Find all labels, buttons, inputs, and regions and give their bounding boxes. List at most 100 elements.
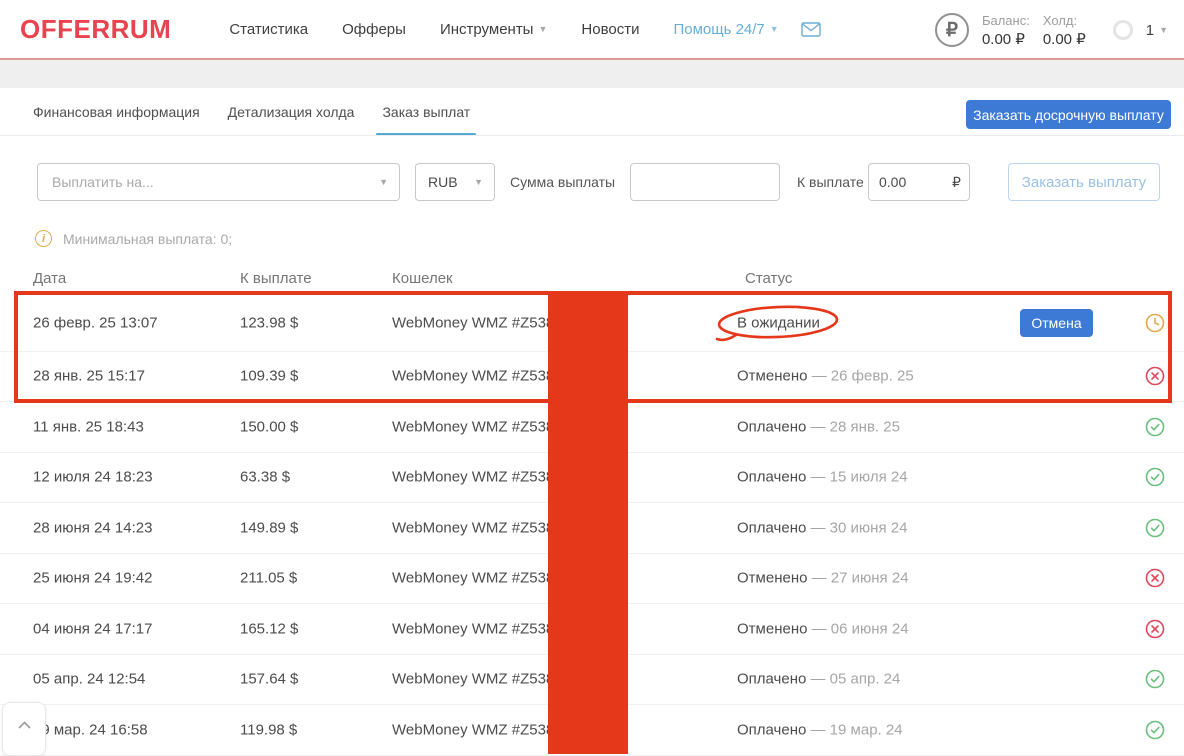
status-text: Отменено	[737, 620, 807, 637]
row-amount: 109.39 $	[240, 368, 298, 385]
row-status: Оплачено — 19 мар. 24	[737, 721, 903, 738]
row-wallet: WebMoney WMZ #Z5385	[392, 671, 563, 688]
status-date: — 28 янв. 25	[811, 418, 900, 435]
early-payout-button[interactable]: Заказать досрочную выплату	[966, 100, 1171, 129]
cancel-payout-button[interactable]: Отмена	[1020, 309, 1093, 337]
row-status: Оплачено — 05 апр. 24	[737, 671, 900, 688]
mail-icon[interactable]	[801, 22, 821, 37]
row-date: 04 июня 24 17:17	[33, 620, 152, 637]
tab-financial-info[interactable]: Финансовая информация	[33, 104, 200, 136]
chevron-down-icon: ▼	[379, 178, 388, 187]
status-clock-icon	[1145, 313, 1165, 333]
status-text: В ожидании	[737, 315, 820, 332]
status-date: — 26 февр. 25	[812, 368, 914, 385]
ruble-icon: ₽	[935, 13, 969, 47]
logo[interactable]: OFFERRUM	[20, 14, 171, 45]
status-text: Оплачено	[737, 418, 806, 435]
info-icon: i	[35, 230, 52, 247]
status-text: Оплачено	[737, 519, 806, 536]
col-header-date: Дата	[33, 270, 66, 287]
row-amount: 211.05 $	[240, 570, 297, 587]
currency-select[interactable]: RUB ▼	[415, 163, 495, 201]
tab-order-payouts[interactable]: Заказ выплат	[382, 104, 470, 136]
balance-label: Баланс:	[982, 13, 1030, 28]
status-paid-icon	[1145, 518, 1165, 538]
row-amount: 123.98 $	[240, 315, 298, 332]
row-wallet: WebMoney WMZ #Z5385	[392, 368, 563, 385]
main-nav: Статистика Офферы Инструменты ▼ Новости …	[229, 21, 820, 38]
row-status: Отменено — 27 июня 24	[737, 570, 909, 587]
row-status: Отменено — 26 февр. 25	[737, 368, 914, 385]
min-payout-text: Минимальная выплата: 0;	[63, 231, 232, 247]
row-wallet: WebMoney WMZ #Z5385	[392, 620, 563, 637]
nav-offers-label: Офферы	[342, 21, 406, 38]
hold-block: Холд: 0.00 ₽	[1043, 13, 1086, 48]
row-wallet: WebMoney WMZ #Z5385	[392, 469, 563, 486]
status-paid-icon	[1145, 417, 1165, 437]
row-wallet: WebMoney WMZ #Z5385	[392, 519, 563, 536]
row-status: Оплачено — 15 июля 24	[737, 469, 908, 486]
amount-input[interactable]	[630, 163, 780, 201]
row-status: В ожидании	[737, 315, 820, 332]
avatar[interactable]	[1113, 20, 1133, 40]
nav-statistics-label: Статистика	[229, 21, 308, 38]
hold-value: 0.00 ₽	[1043, 30, 1086, 48]
payout-filter-row: Выплатить на... ▼ RUB ▼ Сумма выплаты К …	[0, 163, 1184, 201]
row-status: Оплачено — 30 июня 24	[737, 519, 907, 536]
row-wallet: WebMoney WMZ #Z5385	[392, 315, 563, 332]
to-pay-label: К выплате	[797, 174, 864, 190]
user-menu[interactable]: 1 ▼	[1146, 22, 1168, 39]
status-cancelled-icon	[1145, 568, 1165, 588]
chevron-down-icon: ▼	[770, 25, 779, 34]
nav-statistics[interactable]: Статистика	[229, 21, 308, 38]
scroll-to-top-button[interactable]	[2, 702, 46, 756]
order-payout-button[interactable]: Заказать выплату	[1008, 163, 1160, 201]
ruble-suffix: ₽	[952, 174, 961, 191]
nav-news-label: Новости	[581, 21, 639, 38]
chevron-down-icon: ▼	[1159, 26, 1168, 35]
status-text: Оплачено	[737, 671, 806, 688]
chevron-up-icon	[18, 721, 31, 729]
col-header-amount: К выплате	[240, 270, 312, 287]
row-date: 25 июня 24 19:42	[33, 570, 152, 587]
tab-hold-details[interactable]: Детализация холда	[228, 104, 355, 136]
status-date: — 30 июня 24	[811, 519, 908, 536]
row-date: 28 июня 24 14:23	[33, 519, 152, 536]
row-wallet: WebMoney WMZ #Z5385	[392, 721, 563, 738]
status-cancelled-icon	[1145, 366, 1165, 386]
row-date: 05 апр. 24 12:54	[33, 671, 145, 688]
payout-destination-placeholder: Выплатить на...	[52, 174, 154, 190]
status-date: — 19 мар. 24	[811, 721, 903, 738]
balance-value: 0.00 ₽	[982, 30, 1030, 48]
amount-label: Сумма выплаты	[510, 174, 615, 190]
balance-block: Баланс: 0.00 ₽	[982, 13, 1030, 48]
row-amount: 157.64 $	[240, 671, 298, 688]
tab-bar-divider	[0, 135, 1184, 136]
row-wallet: WebMoney WMZ #Z5385	[392, 418, 563, 435]
nav-tools[interactable]: Инструменты ▼	[440, 21, 547, 38]
col-header-wallet: Кошелек	[392, 270, 453, 287]
table-header-row: Дата К выплате Кошелек Статус	[0, 270, 1184, 290]
row-date: 12 июля 24 18:23	[33, 469, 153, 486]
status-cancelled-icon	[1145, 619, 1165, 639]
nav-offers[interactable]: Офферы	[342, 21, 406, 38]
nav-news[interactable]: Новости	[581, 21, 639, 38]
row-date: 28 янв. 25 15:17	[33, 368, 145, 385]
row-status: Отменено — 06 июня 24	[737, 620, 909, 637]
row-amount: 165.12 $	[240, 620, 298, 637]
row-date: 19 мар. 24 16:58	[33, 721, 148, 738]
status-paid-icon	[1145, 669, 1165, 689]
row-status: Оплачено — 28 янв. 25	[737, 418, 900, 435]
top-header: OFFERRUM Статистика Офферы Инструменты ▼…	[0, 0, 1184, 60]
status-date: — 15 июля 24	[811, 469, 908, 486]
status-text: Отменено	[737, 368, 807, 385]
nav-help-label: Помощь 24/7	[673, 21, 764, 38]
status-date: — 27 июня 24	[812, 570, 909, 587]
tab-bar: Финансовая информация Детализация холда …	[33, 104, 470, 136]
row-date: 11 янв. 25 18:43	[33, 418, 144, 435]
status-paid-icon	[1145, 467, 1165, 487]
nav-help[interactable]: Помощь 24/7 ▼	[673, 21, 778, 38]
payout-destination-select[interactable]: Выплатить на... ▼	[37, 163, 400, 201]
row-amount: 149.89 $	[240, 519, 298, 536]
nav-tools-label: Инструменты	[440, 21, 534, 38]
